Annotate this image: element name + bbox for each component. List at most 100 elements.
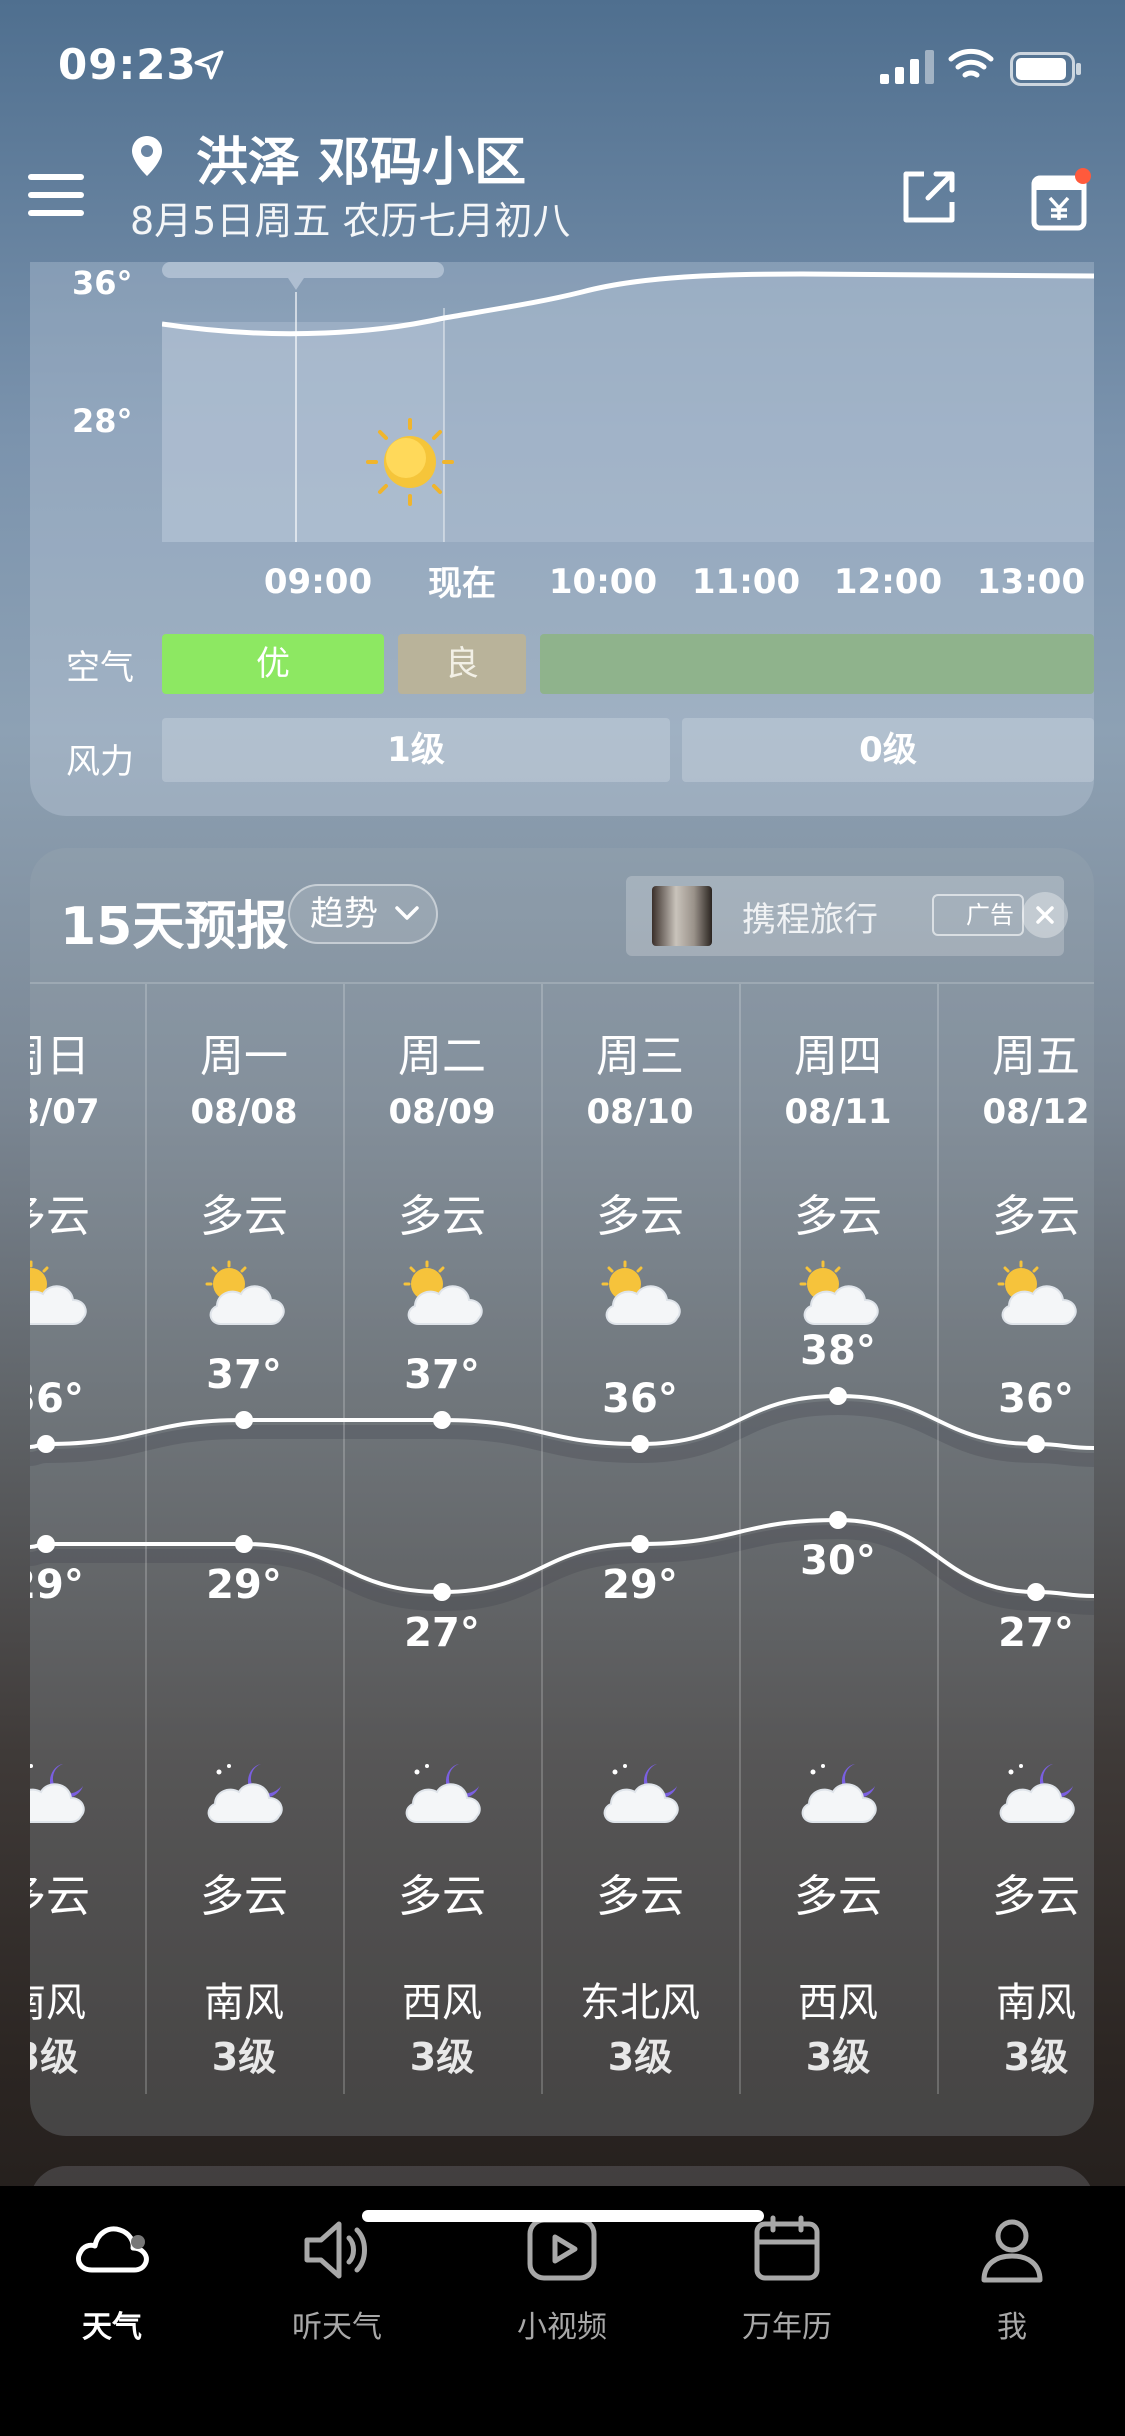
status-time: 09:23: [58, 40, 197, 89]
night-condition: 多云: [398, 1871, 486, 1922]
high-temp-label: 37°: [206, 1352, 282, 1398]
day-date: 08/12: [982, 1092, 1090, 1132]
hour-label-now: 现在: [428, 564, 496, 604]
night-condition: 多云: [596, 1871, 684, 1922]
air-quality-bar-moderate: 良: [398, 634, 526, 694]
temp-axis-label-low: 28°: [72, 402, 133, 440]
battery-icon: [1010, 52, 1081, 86]
high-temp-label: 38°: [800, 1328, 876, 1374]
partly-cloudy-night-icon: [30, 1764, 85, 1823]
partly-cloudy-night-icon: [207, 1764, 283, 1823]
video-icon: [527, 2217, 597, 2281]
partly-cloudy-day-icon: [205, 1260, 285, 1325]
day-condition: 多云: [794, 1191, 882, 1242]
air-quality-bar-good: 优: [162, 634, 384, 694]
tab-label: 天气: [82, 2310, 142, 2345]
day-condition: 多云: [30, 1191, 90, 1242]
day-date: 08/09: [388, 1092, 496, 1132]
forecast-day-column[interactable]: 周五 08/12 多云 多云 南风 3级: [937, 984, 1094, 2094]
ad-banner[interactable]: 携程旅行 广告: [626, 876, 1068, 956]
tab-weather[interactable]: 天气: [32, 2210, 192, 2350]
wind-force-bar: 1级: [162, 718, 670, 782]
close-icon[interactable]: [1022, 892, 1068, 938]
wind-level: 3级: [30, 2035, 79, 2079]
wind-level: 3级: [805, 2035, 871, 2079]
speaker-icon: [304, 2221, 367, 2279]
air-quality-label: 空气: [66, 648, 134, 688]
hour-label: 10:00: [548, 562, 658, 602]
person-icon: [981, 2219, 1043, 2283]
partly-cloudy-night-icon: [603, 1764, 679, 1823]
cellular-signal-icon: [880, 50, 934, 84]
high-temp-label: 36°: [998, 1376, 1074, 1422]
hour-label: 13:00: [976, 562, 1086, 602]
night-condition: 多云: [30, 1871, 90, 1922]
partly-cloudy-night-icon: [801, 1764, 877, 1823]
low-temp-label: 30°: [800, 1538, 876, 1584]
app-header: 洪泽 邓码小区 8月5日周五 农历七月初八: [0, 110, 1125, 260]
low-temp-label: 29°: [30, 1562, 84, 1608]
trend-button[interactable]: 趋势: [288, 884, 438, 944]
ad-thumbnail: [652, 886, 712, 946]
trend-button-label: 趋势: [310, 894, 378, 934]
low-temp-label: 27°: [404, 1610, 480, 1656]
wind-level: 3级: [211, 2035, 277, 2079]
day-condition: 多云: [992, 1191, 1080, 1242]
partly-cloudy-day-icon: [601, 1260, 681, 1325]
almanac-icon[interactable]: [1030, 166, 1092, 232]
tab-short-video[interactable]: 小视频: [482, 2210, 642, 2350]
hour-label: 09:00: [263, 562, 373, 602]
fifteen-day-forecast-card: 15天预报 趋势 携程旅行 广告 周日08/07多云多云南风3级36°29°周一…: [30, 848, 1094, 2136]
day-condition: 多云: [398, 1191, 486, 1242]
hour-label: 11:00: [691, 562, 801, 602]
share-icon[interactable]: [898, 166, 960, 228]
location-arrow-icon: [194, 50, 224, 80]
tab-listen-weather[interactable]: 听天气: [257, 2210, 417, 2350]
tab-label: 听天气: [292, 2310, 382, 2345]
day-date: 08/07: [30, 1092, 100, 1132]
high-temp-label: 36°: [602, 1376, 678, 1422]
forecast-title: 15天预报: [60, 897, 289, 957]
partly-cloudy-day-icon: [30, 1260, 87, 1325]
low-temp-label: 27°: [998, 1610, 1074, 1656]
partly-cloudy-day-icon: [799, 1260, 879, 1325]
day-of-week: 周一: [200, 1031, 288, 1082]
day-of-week: 周日: [30, 1031, 90, 1082]
location-title[interactable]: 洪泽 邓码小区: [196, 120, 526, 195]
temp-axis-label-high: 36°: [72, 264, 133, 302]
tab-label: 我: [997, 2310, 1027, 2345]
wind-level: 3级: [409, 2035, 475, 2079]
air-quality-bar: [540, 634, 1094, 694]
day-date: 08/10: [586, 1092, 694, 1132]
low-temp-label: 29°: [602, 1562, 678, 1608]
wind-level: 3级: [1003, 2035, 1069, 2079]
high-temp-label: 36°: [30, 1376, 84, 1422]
forecast-day-column[interactable]: 周三 08/10 多云 多云 东北风 3级: [541, 984, 739, 2094]
cloud-icon: [76, 2226, 149, 2273]
chevron-down-icon: [395, 906, 419, 920]
wind-direction: 南风: [996, 1980, 1076, 2026]
wind-level: 3级: [607, 2035, 673, 2079]
ad-tag: 广告: [932, 894, 1024, 936]
day-of-week: 周五: [992, 1031, 1080, 1082]
night-condition: 多云: [200, 1871, 288, 1922]
partly-cloudy-night-icon: [999, 1764, 1075, 1823]
night-condition: 多云: [794, 1871, 882, 1922]
tab-label: 万年历: [742, 2310, 832, 2345]
forecast-day-column[interactable]: 周二 08/09 多云 多云 西风 3级: [343, 984, 541, 2094]
low-temp-label: 29°: [206, 1562, 282, 1608]
hourly-forecast-card: 36° 28° 09:00 现在 10:00 11:00 12:00 13:00…: [30, 262, 1094, 816]
tab-label: 小视频: [517, 2310, 607, 2345]
menu-icon[interactable]: [28, 170, 84, 222]
day-of-week: 周四: [794, 1031, 882, 1082]
forecast-day-column[interactable]: 周日08/07多云多云南风3级: [30, 984, 145, 2094]
location-pin-icon: [132, 136, 162, 176]
partly-cloudy-night-icon: [405, 1764, 481, 1823]
wind-direction: 东北风: [580, 1980, 700, 2026]
day-date: 08/08: [190, 1092, 298, 1132]
wifi-icon: [948, 48, 994, 78]
tab-calendar[interactable]: 万年历: [707, 2210, 867, 2350]
tab-me[interactable]: 我: [932, 2210, 1092, 2350]
forecast-grid[interactable]: 周日08/07多云多云南风3级36°29°周一08/08多云多云南风3级37°2…: [30, 982, 1094, 2102]
forecast-day-column[interactable]: 周一 08/08 多云 多云 南风 3级: [145, 984, 343, 2094]
